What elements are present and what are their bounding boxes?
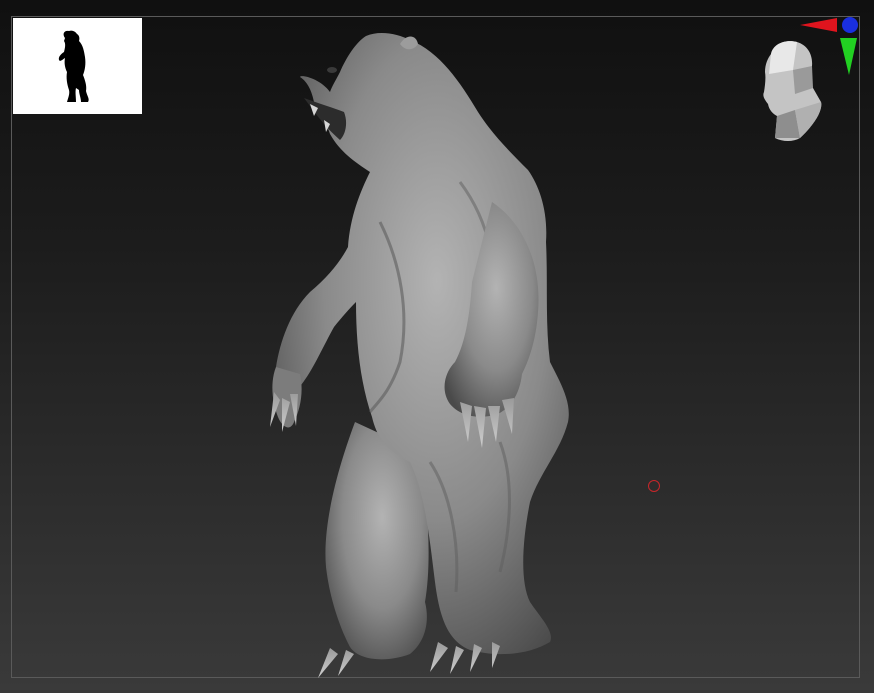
bear-sculpt-icon — [270, 33, 569, 678]
canvas-viewport[interactable] — [0, 0, 874, 693]
orientation-head-icon — [763, 41, 822, 141]
bear-silhouette-icon — [58, 30, 89, 102]
x-axis-icon[interactable] — [800, 18, 837, 32]
orientation-gizmo[interactable] — [755, 14, 865, 144]
brush-cursor-icon — [648, 480, 660, 492]
z-axis-icon[interactable] — [842, 17, 858, 33]
y-axis-icon[interactable] — [840, 38, 857, 75]
navigator-thumbnail[interactable] — [13, 18, 142, 114]
sculpt-model[interactable] — [260, 22, 590, 682]
